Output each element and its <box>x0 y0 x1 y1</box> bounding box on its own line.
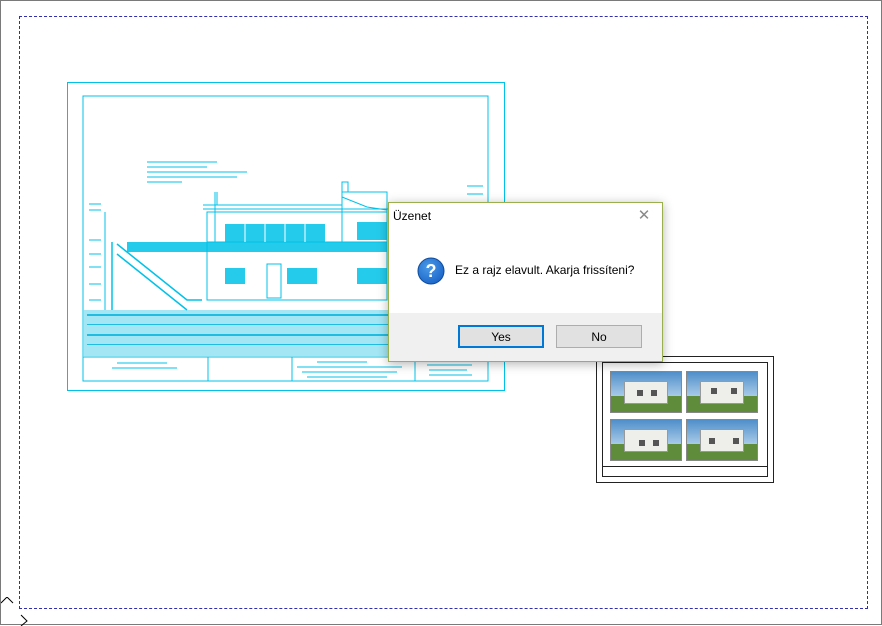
render-sheet-thumbnail[interactable] <box>596 356 774 483</box>
no-button[interactable]: No <box>556 325 642 348</box>
cursor-icon <box>1 597 28 626</box>
render-sheet-title-block <box>602 466 768 477</box>
close-icon[interactable]: ✕ <box>632 205 656 227</box>
house-render-photo <box>610 419 682 461</box>
dialog-message: Ez a rajz elavult. Akarja frissíteni? <box>455 263 635 277</box>
dialog-button-bar: Yes No <box>389 313 662 361</box>
yes-button[interactable]: Yes <box>458 325 544 348</box>
house-render-photo <box>686 371 758 413</box>
dialog-title: Üzenet <box>393 209 432 223</box>
drawing-canvas[interactable]: Üzenet ✕ ? Ez a rajz elavult. Akarja fri… <box>0 0 882 626</box>
house-render-photo <box>610 371 682 413</box>
svg-text:?: ? <box>426 261 437 281</box>
house-render-photo <box>686 419 758 461</box>
question-icon: ? <box>417 257 445 285</box>
message-dialog: Üzenet ✕ ? Ez a rajz elavult. Akarja fri… <box>388 202 663 362</box>
